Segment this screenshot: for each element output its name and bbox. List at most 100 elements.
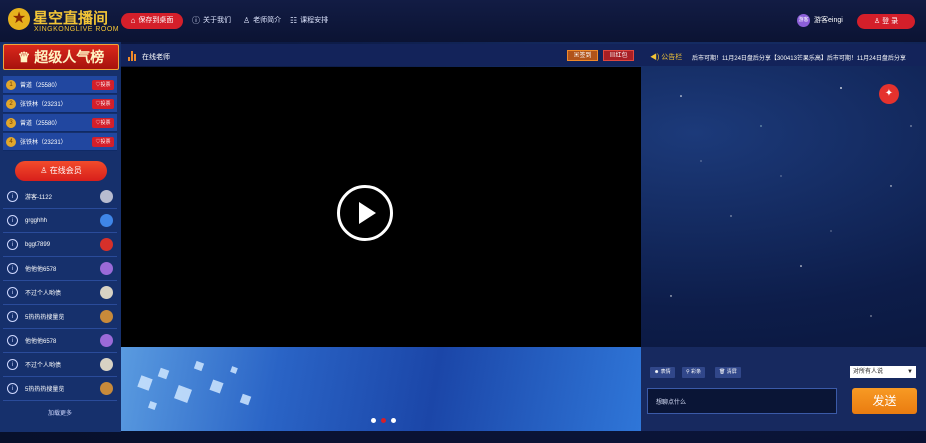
carousel-dot[interactable] bbox=[371, 418, 376, 423]
user-icon: ♙ bbox=[40, 166, 50, 175]
clear-screen-button[interactable]: 🗑 清屏 bbox=[715, 367, 741, 378]
member-name: bggt7899 bbox=[25, 241, 51, 248]
member-badge-icon bbox=[100, 382, 113, 395]
notice-text: 后市可期！11月24日盘后分享【300413芒果乐高】后市可期！11月24日盘后… bbox=[692, 56, 906, 62]
speaker-icon: ◀) bbox=[650, 54, 660, 61]
carousel-dot-active[interactable] bbox=[381, 418, 386, 423]
ranking-name: 张铁林（23231） bbox=[20, 140, 67, 146]
member-icon: i bbox=[7, 215, 18, 226]
banner-cube bbox=[148, 401, 157, 410]
member-badge-icon bbox=[100, 262, 113, 275]
member-name: grgghhh bbox=[25, 217, 48, 224]
medal-icon: 2 bbox=[6, 98, 16, 109]
save-to-desktop-label: 保存到桌面 bbox=[138, 17, 174, 24]
ranking-row: 2 张铁林（23231） ♡投票 bbox=[3, 95, 117, 113]
nav-course-schedule-label: 课程安排 bbox=[300, 17, 329, 24]
notice-label: ◀) 公告栏 bbox=[650, 52, 682, 62]
member-list-item[interactable]: i 他他他6578 bbox=[3, 329, 117, 353]
emoji-tool-button[interactable]: ☻ 表情 bbox=[650, 367, 675, 378]
red-packet-button[interactable]: ▤红包 bbox=[603, 50, 634, 61]
member-name: 他他他6578 bbox=[25, 339, 57, 345]
emoji-label: 表情 bbox=[660, 369, 671, 375]
nav-course-schedule[interactable]: ☷ 课程安排 bbox=[290, 13, 328, 29]
ranking-name: 曾道（25580） bbox=[20, 83, 61, 89]
play-icon bbox=[359, 202, 376, 224]
red-packet-label: 红包 bbox=[615, 53, 628, 59]
vote-button[interactable]: ♡投票 bbox=[92, 98, 114, 109]
load-more-link[interactable]: 加载更多 bbox=[3, 408, 117, 417]
member-icon: i bbox=[7, 191, 18, 202]
chat-input[interactable]: 想聊点什么 bbox=[647, 388, 837, 414]
nav-about-us[interactable]: ⓘ 关于我们 bbox=[192, 13, 231, 29]
color-bar-label: 彩条 bbox=[691, 369, 702, 375]
member-badge-icon bbox=[100, 310, 113, 323]
ranking-row: 4 张铁林（23231） ♡投票 bbox=[3, 133, 117, 151]
member-icon: i bbox=[7, 263, 18, 274]
banner-cube bbox=[193, 360, 205, 372]
banner-cube bbox=[239, 393, 252, 406]
online-members-button[interactable]: ♙ 在线会员 bbox=[15, 161, 107, 181]
save-to-desktop-button[interactable]: ⌂ 保存到桌面 bbox=[121, 13, 183, 29]
home-icon: ⌂ bbox=[130, 16, 136, 25]
member-list-item[interactable]: i bggt7899 bbox=[3, 233, 117, 257]
member-badge-icon bbox=[100, 358, 113, 371]
member-name: 不过个人哟债 bbox=[25, 363, 62, 369]
sign-in-button[interactable]: ▣签到 bbox=[567, 50, 598, 61]
member-list-item[interactable]: i 不过个人哟债 bbox=[3, 353, 117, 377]
login-button[interactable]: ♙ 登 录 bbox=[857, 14, 915, 29]
member-list-item[interactable]: i 不过个人哟债 bbox=[3, 281, 117, 305]
logo-subtitle: XINGKONGLIVE ROOM bbox=[34, 26, 120, 33]
vote-label: 投票 bbox=[100, 100, 111, 107]
user-name[interactable]: 游客eingi bbox=[814, 15, 843, 25]
member-list-item[interactable]: i 他他他6578 bbox=[3, 257, 117, 281]
nav-about-us-label: 关于我们 bbox=[203, 17, 231, 24]
stage-header bbox=[121, 44, 641, 66]
notice-label-text: 公告栏 bbox=[661, 54, 683, 61]
ranking-row: 1 曾道（25580） ♡投票 bbox=[3, 76, 117, 94]
carousel-dot[interactable] bbox=[391, 418, 396, 423]
smile-icon: ☻ bbox=[654, 369, 660, 375]
ranking-name: 张铁林（23231） bbox=[20, 102, 67, 108]
trophy-icon: ♛ bbox=[17, 48, 31, 65]
chat-target-select[interactable]: 对所有人说 ▼ bbox=[850, 366, 916, 378]
vote-button[interactable]: ♡投票 bbox=[92, 79, 114, 90]
login-label: 登 录 bbox=[882, 18, 899, 25]
member-icon: i bbox=[7, 383, 18, 394]
nav-teacher-intro[interactable]: ♙ 老师简介 bbox=[243, 13, 281, 29]
member-list-item[interactable]: i grgghhh bbox=[3, 209, 117, 233]
vote-button[interactable]: ♡投票 bbox=[92, 117, 114, 128]
banner-cube bbox=[174, 385, 192, 403]
bars-icon bbox=[128, 51, 138, 61]
online-members-label: 在线会员 bbox=[49, 166, 82, 175]
magnifier-icon: ⚲ bbox=[686, 369, 690, 375]
member-icon: i bbox=[7, 335, 18, 346]
chat-target-value: 对所有人说 bbox=[853, 369, 884, 375]
vote-button[interactable]: ♡投票 bbox=[92, 136, 114, 147]
chevron-down-icon: ▼ bbox=[907, 369, 913, 375]
user-avatar[interactable]: 游客 bbox=[797, 14, 810, 27]
member-badge-icon bbox=[100, 334, 113, 347]
send-button[interactable]: 发送 bbox=[852, 388, 917, 414]
member-badge-icon bbox=[100, 190, 113, 203]
member-list-item[interactable]: i 游客-1122 bbox=[3, 185, 117, 209]
member-icon: i bbox=[7, 311, 18, 322]
medal-icon: 3 bbox=[6, 117, 16, 128]
color-bar-tool-button[interactable]: ⚲ 彩条 bbox=[682, 367, 706, 378]
member-icon: i bbox=[7, 359, 18, 370]
banner-cube bbox=[137, 375, 153, 391]
ranking-row: 3 曾道（25580） ♡投票 bbox=[3, 114, 117, 132]
medal-icon: 4 bbox=[6, 136, 16, 147]
member-list-item[interactable]: i 5热热热搜量览 bbox=[3, 377, 117, 401]
user-icon: ♙ bbox=[873, 18, 883, 25]
banner-cube bbox=[209, 379, 224, 394]
member-badge-icon bbox=[100, 214, 113, 227]
gift-icon[interactable]: ✦ bbox=[879, 84, 899, 104]
member-name: 5热热热搜量览 bbox=[25, 387, 65, 393]
member-list-item[interactable]: i 5热热热搜量览 bbox=[3, 305, 117, 329]
starfield-background bbox=[670, 87, 912, 317]
nav-teacher-intro-label: 老师简介 bbox=[253, 17, 282, 24]
popularity-ranking-banner: ♛ 超级人气榜 bbox=[3, 44, 119, 70]
banner-cube bbox=[157, 367, 170, 380]
banner-cube bbox=[230, 366, 238, 374]
vote-label: 投票 bbox=[100, 81, 111, 88]
